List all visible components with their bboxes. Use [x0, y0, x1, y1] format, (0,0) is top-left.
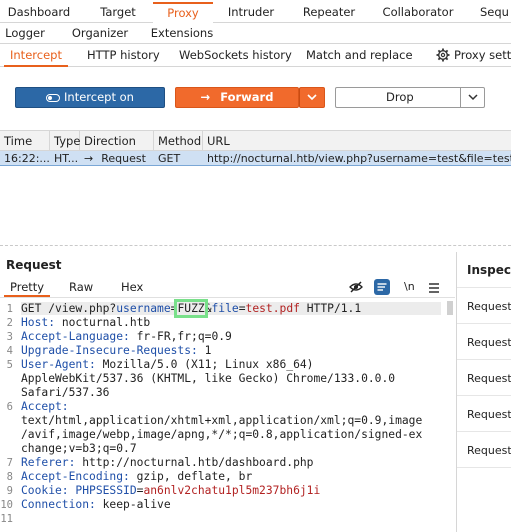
tab-intruder[interactable]: Intruder [220, 2, 282, 23]
tab-hex[interactable]: Hex [121, 280, 143, 297]
table-row[interactable]: 16:22:... HT... → Request GET http://noct… [0, 151, 511, 166]
row-time: 16:22:... [4, 152, 50, 165]
arrow-right-icon: → [200, 90, 211, 104]
column-header-method[interactable]: Method [154, 131, 203, 151]
inspector-divider [457, 287, 511, 288]
row-type: HT... [54, 152, 79, 165]
header-user-agent-cont: Safari/537.36 [21, 386, 110, 399]
header-upgrade-insecure-requests: Upgrade-Insecure-Requests: 1 [21, 344, 212, 357]
eye-slash-icon[interactable] [349, 280, 363, 297]
menu-icon[interactable] [428, 282, 440, 296]
inspector-request-attributes[interactable]: Request a [467, 300, 511, 313]
forward-options-button[interactable] [299, 87, 325, 108]
subtab-proxy-settings[interactable]: Proxy settin [436, 44, 511, 67]
secondary-tab-bar: Logger Organizer Extensions [0, 23, 511, 44]
drop-label: Drop [386, 90, 414, 104]
header-referer: Referer: http://nocturnal.htb/dashboard.… [21, 456, 314, 469]
tab-extensions[interactable]: Extensions [150, 23, 214, 44]
tab-dashboard[interactable]: Dashboard [4, 2, 74, 23]
line-number: 10 [0, 499, 13, 511]
header-user-agent: User-Agent: Mozilla/5.0 (X11; Linux x86_… [21, 358, 314, 371]
row-direction: → Request [80, 151, 154, 166]
inspector-request-cookies-2[interactable]: Request c [467, 408, 511, 421]
header-accept: Accept: [21, 400, 69, 413]
column-header-direction[interactable]: Direction [80, 131, 154, 151]
request-line: GET /view.php?username=FUZZ&file=test.pd… [21, 299, 441, 318]
subtab-match-and-replace[interactable]: Match and replace [306, 44, 413, 67]
tab-pretty[interactable]: Pretty [4, 280, 51, 297]
column-header-type[interactable]: Type [50, 131, 80, 151]
inspector-divider [457, 431, 511, 432]
tab-repeater[interactable]: Repeater [296, 2, 362, 23]
proxy-settings-label: Proxy settin [454, 48, 511, 62]
header-accept-cont: change;v=b3;q=0.7 [21, 442, 137, 455]
line-number: 4 [6, 345, 13, 357]
line-number: 7 [6, 457, 13, 469]
subtab-http-history[interactable]: HTTP history [87, 44, 160, 67]
arrow-right-icon: → [84, 152, 94, 165]
column-header-time[interactable]: Time [0, 131, 50, 151]
toggle-icon [46, 94, 61, 102]
gear-icon [436, 47, 450, 62]
fuzz-placeholder[interactable]: FUZZ [174, 299, 208, 318]
line-number: 2 [6, 317, 13, 329]
line-number: 8 [6, 471, 13, 483]
request-tabs-underline [0, 297, 455, 298]
editor-scrollbar[interactable] [447, 301, 453, 315]
line-number: 1 [6, 303, 13, 315]
row-direction-label: Request [101, 152, 146, 165]
inspector-request-headers[interactable]: Request b [467, 444, 511, 457]
line-number: 9 [6, 485, 13, 497]
intercept-toggle-button[interactable]: Intercept on [15, 87, 165, 108]
inspector-divider [457, 323, 511, 324]
tab-organizer[interactable]: Organizer [70, 23, 130, 44]
header-accept-language: Accept-Language: fr-FR,fr;q=0.9 [21, 330, 232, 343]
line-number: 11 [0, 513, 13, 525]
proxy-subtab-bar: Intercept HTTP history WebSockets histor… [0, 44, 511, 67]
tab-logger[interactable]: Logger [4, 23, 46, 44]
header-accept-encoding: Accept-Encoding: gzip, deflate, br [21, 470, 253, 483]
pretty-print-icon[interactable] [374, 279, 390, 295]
subtab-websockets-history[interactable]: WebSockets history [179, 44, 292, 67]
newline-toggle-icon[interactable]: \n [404, 280, 415, 293]
drop-button[interactable]: Drop [335, 87, 485, 108]
forward-label: Forward [220, 90, 274, 104]
column-header-url[interactable]: URL [203, 131, 511, 151]
line-number: 6 [6, 401, 13, 413]
intercept-label: Intercept on [64, 90, 134, 104]
row-url: http://nocturnal.htb/view.php?username=t… [207, 152, 511, 165]
chevron-down-icon [307, 90, 317, 104]
line-number: 5 [6, 359, 13, 371]
tab-proxy[interactable]: Proxy [153, 2, 213, 23]
inspector-title: Inspect [467, 263, 511, 277]
request-title: Request [6, 258, 62, 272]
header-accept-cont: /avif,image/webp,image/apng,*/*;q=0.8,ap… [21, 428, 423, 441]
line-number: 3 [6, 331, 13, 343]
pane-divider[interactable] [0, 245, 511, 246]
request-editor[interactable]: 1 2 3 4 5 6 7 8 9 10 11 GET /view.php?us… [0, 299, 455, 532]
tab-raw[interactable]: Raw [69, 280, 93, 297]
inspector-panel: Inspect Request a Request c Request b Re… [456, 252, 511, 532]
inspector-divider [457, 395, 511, 396]
inspector-request-body[interactable]: Request b [467, 372, 511, 385]
inspector-divider [457, 467, 511, 468]
tab-sequencer[interactable]: Sequ [480, 2, 511, 23]
header-connection: Connection: keep-alive [21, 498, 171, 511]
tab-target[interactable]: Target [88, 2, 148, 23]
intercept-table-header: Time Type Direction Method URL [0, 130, 511, 151]
inspector-request-cookies[interactable]: Request c [467, 336, 511, 349]
main-tab-bar: Dashboard Target Proxy Intruder Repeater… [0, 2, 511, 23]
row-method: GET [158, 152, 181, 165]
drop-options-chevron-icon[interactable] [460, 88, 484, 107]
tab-collaborator[interactable]: Collaborator [380, 2, 456, 23]
header-accept-cont: text/html,application/xhtml+xml,applicat… [21, 414, 423, 427]
forward-button[interactable]: → Forward [175, 87, 299, 108]
header-host: Host: nocturnal.htb [21, 316, 151, 329]
inspector-divider [457, 359, 511, 360]
header-cookie: Cookie: PHPSESSID=an6nlv2chatu1pl5m237bh… [21, 484, 321, 497]
header-user-agent-cont: AppleWebKit/537.36 (KHTML, like Gecko) C… [21, 372, 396, 385]
subtab-intercept[interactable]: Intercept [4, 44, 68, 67]
